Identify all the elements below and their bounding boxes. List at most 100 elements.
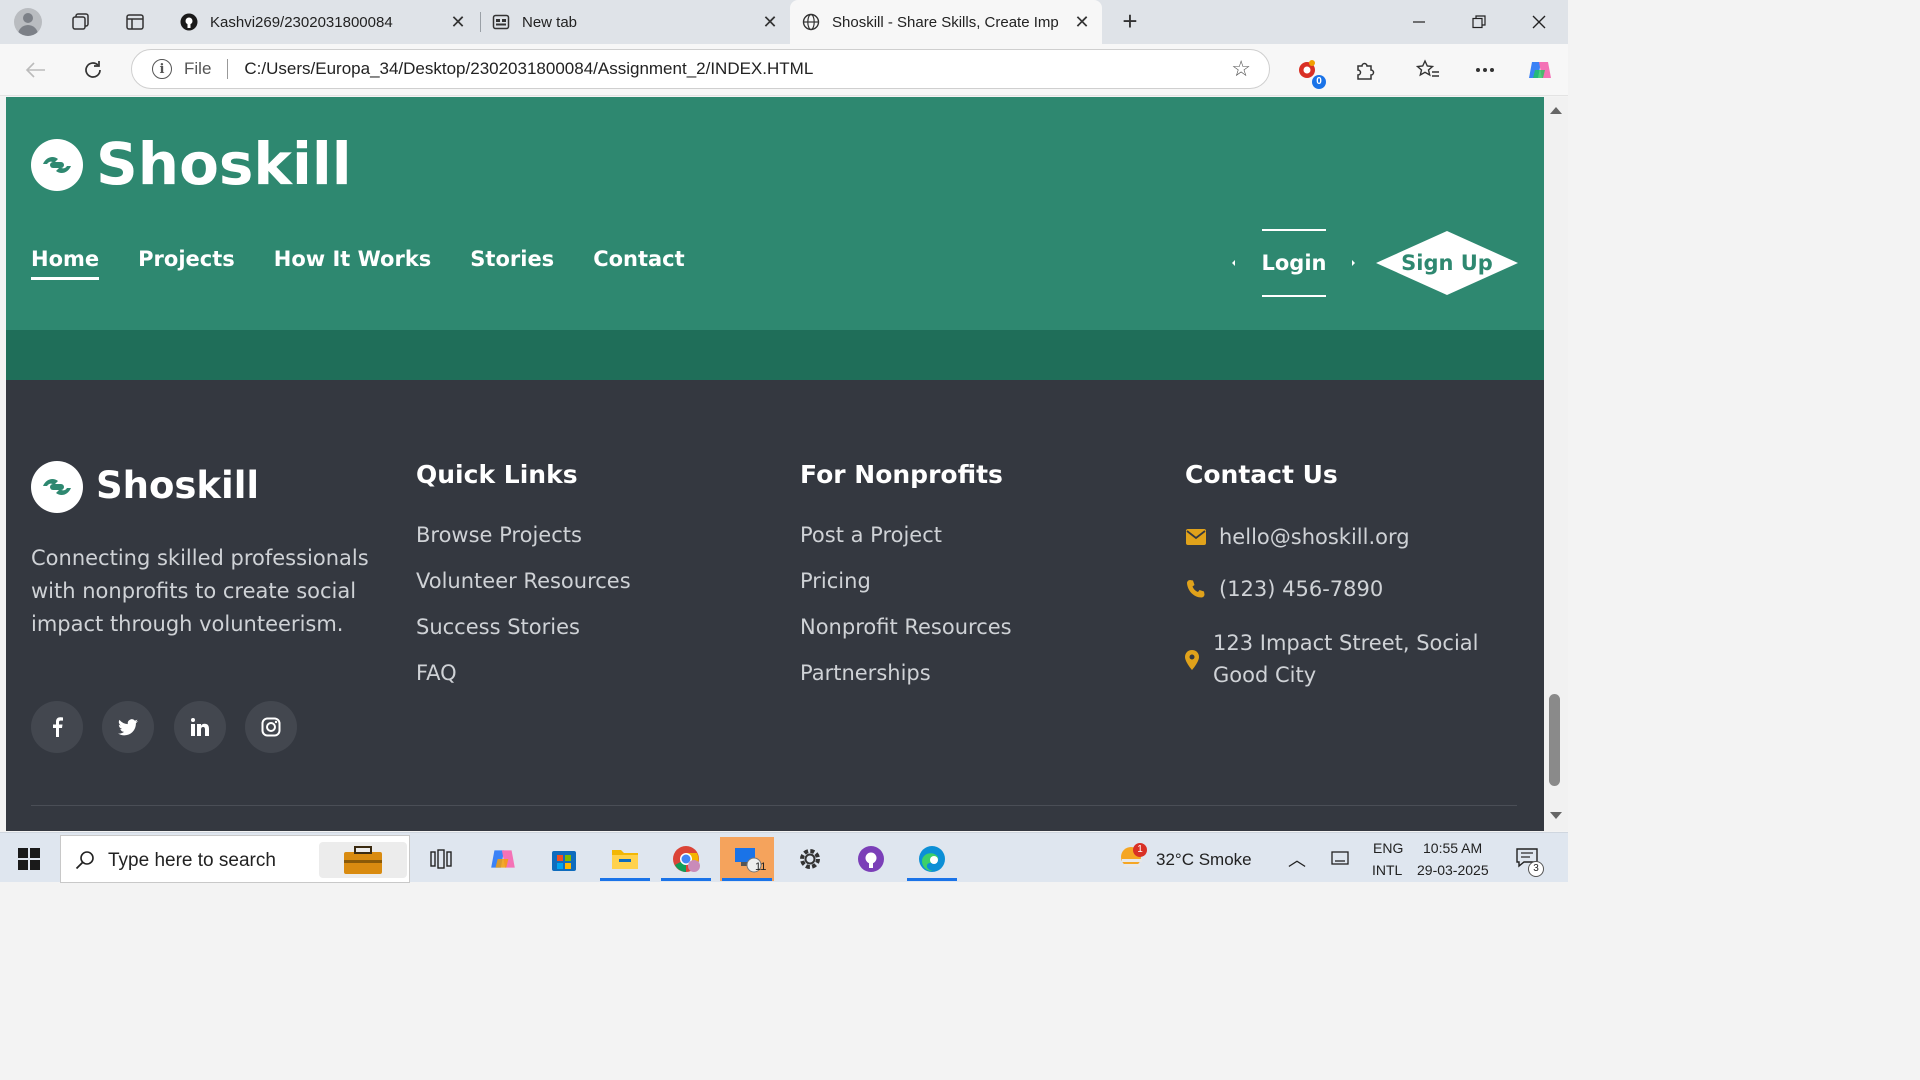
url-text[interactable]: C:/Users/Europa_34/Desktop/2302031800084… [244, 59, 813, 79]
extensions-puzzle-icon[interactable] [1351, 56, 1379, 84]
globe-icon [802, 13, 820, 31]
nav-contact[interactable]: Contact [593, 247, 685, 280]
nav-home[interactable]: Home [31, 247, 100, 280]
search-highlight-briefcase-icon [319, 842, 407, 878]
tab-title: Shoskill - Share Skills, Create Imp [832, 13, 1059, 31]
site-brand[interactable]: Shoskill [96, 131, 352, 197]
instagram-icon[interactable] [245, 701, 297, 753]
extension-badge: 0 [1312, 75, 1326, 89]
login-right-marker [1352, 260, 1355, 266]
tab-title: Kashvi269/2302031800084 [210, 13, 393, 31]
back-icon[interactable] [22, 56, 50, 84]
contact-address: 123 Impact Street, Social Good City [1185, 627, 1485, 691]
windows-taskbar: Type here to search 11 1 32°C Smoke ︿ EN… [0, 832, 1568, 883]
site-footer: Shoskill Connecting skilled professional… [6, 380, 1544, 831]
link-partnerships[interactable]: Partnerships [800, 660, 1012, 686]
minimize-button[interactable] [1405, 8, 1433, 36]
footer-logo-icon[interactable] [31, 461, 83, 513]
remote-desktop-icon[interactable]: 11 [720, 837, 774, 881]
more-menu-icon[interactable] [1471, 56, 1499, 84]
browser-tab-strip: Kashvi269/2302031800084 ✕ New tab ✕ Shos… [0, 0, 1568, 44]
settings-gear-icon[interactable] [783, 837, 837, 881]
file-explorer-icon[interactable] [598, 837, 652, 881]
signup-button[interactable]: Sign Up [1376, 231, 1518, 295]
login-left-marker [1232, 260, 1235, 266]
close-tab-icon[interactable]: ✕ [448, 12, 468, 32]
clock-time[interactable]: 10:55 AM [1423, 840, 1482, 856]
contact-phone[interactable]: (123) 456-7890 [1185, 573, 1383, 605]
tab-new[interactable]: New tab ✕ [480, 0, 790, 44]
link-pricing[interactable]: Pricing [800, 568, 1012, 594]
nonprofits-title: For Nonprofits [800, 460, 1003, 489]
input-indicator-icon[interactable] [1331, 851, 1349, 865]
page-scrollbar[interactable] [1544, 97, 1568, 831]
footer-brand: Shoskill [96, 464, 260, 507]
site-header: Shoskill Home Projects How It Works Stor… [6, 97, 1544, 330]
refresh-icon[interactable] [79, 56, 107, 84]
close-tab-icon[interactable]: ✕ [1072, 12, 1092, 32]
github-icon [180, 13, 198, 31]
profile-avatar[interactable] [14, 8, 42, 36]
nav-projects[interactable]: Projects [138, 247, 235, 280]
address-bar[interactable]: i File C:/Users/Europa_34/Desktop/230203… [131, 49, 1270, 89]
location-pin-icon [1185, 649, 1199, 671]
language-top[interactable]: ENG [1373, 840, 1403, 856]
weather-text[interactable]: 32°C Smoke [1156, 850, 1252, 870]
task-view-icon[interactable] [414, 837, 468, 881]
scroll-down-arrow-icon[interactable] [1550, 812, 1562, 819]
phone-icon [1185, 578, 1207, 600]
new-tab-button[interactable]: + [1116, 8, 1144, 36]
nav-how-it-works[interactable]: How It Works [274, 247, 432, 280]
scroll-up-arrow-icon[interactable] [1550, 107, 1562, 114]
link-faq[interactable]: FAQ [416, 660, 631, 686]
footer-divider [31, 805, 1517, 806]
signup-label: Sign Up [1401, 251, 1493, 275]
windows-start-icon[interactable] [18, 848, 40, 870]
envelope-icon [1185, 526, 1207, 548]
tray-chevron-up-icon[interactable]: ︿ [1288, 846, 1306, 872]
copilot-icon[interactable] [1526, 56, 1554, 84]
copilot-taskbar-icon[interactable] [476, 837, 530, 881]
logo-handshake-icon[interactable] [31, 139, 83, 191]
close-tab-icon[interactable]: ✕ [760, 12, 780, 32]
favorite-star-icon[interactable]: ☆ [1231, 58, 1251, 80]
edge-icon[interactable] [905, 837, 959, 881]
quick-links-title: Quick Links [416, 460, 578, 489]
link-nonprofit-resources[interactable]: Nonprofit Resources [800, 614, 1012, 640]
favorites-icon[interactable] [1414, 56, 1442, 84]
github-desktop-icon[interactable] [844, 837, 898, 881]
scroll-thumb[interactable] [1549, 694, 1560, 786]
footer-nonprofits: For Nonprofits Post a Project Pricing No… [800, 460, 1012, 686]
chrome-icon[interactable] [659, 837, 713, 881]
taskbar-search[interactable]: Type here to search [60, 835, 410, 883]
tab-shoskill[interactable]: Shoskill - Share Skills, Create Imp ✕ [790, 0, 1102, 44]
nav-stories[interactable]: Stories [470, 247, 554, 280]
linkedin-icon[interactable] [174, 701, 226, 753]
link-success-stories[interactable]: Success Stories [416, 614, 631, 640]
footer-contact: Contact Us [1185, 460, 1338, 489]
microsoft-store-icon[interactable] [537, 837, 591, 881]
tab-actions-icon[interactable] [121, 8, 149, 36]
contact-email[interactable]: hello@shoskill.org [1185, 521, 1410, 553]
workspaces-icon[interactable] [67, 8, 95, 36]
clock-date[interactable]: 29-03-2025 [1417, 862, 1489, 878]
close-window-button[interactable] [1525, 8, 1553, 36]
link-volunteer-resources[interactable]: Volunteer Resources [416, 568, 631, 594]
tab-github[interactable]: Kashvi269/2302031800084 ✕ [168, 0, 478, 44]
footer-description: Connecting skilled professionals with no… [31, 546, 369, 636]
login-button[interactable]: Login [1262, 229, 1327, 297]
app-badge: 11 [755, 861, 767, 873]
weather-badge: 1 [1133, 843, 1147, 857]
link-post-project[interactable]: Post a Project [800, 522, 1012, 548]
restore-button[interactable] [1465, 8, 1493, 36]
twitter-icon[interactable] [102, 701, 154, 753]
site-info-icon[interactable]: i [152, 59, 172, 79]
search-icon [75, 851, 94, 870]
language-bottom[interactable]: INTL [1372, 862, 1402, 878]
hero-section-edge [6, 330, 1544, 380]
facebook-icon[interactable] [31, 701, 83, 753]
notification-count: 3 [1528, 861, 1544, 877]
main-nav: Home Projects How It Works Stories Conta… [31, 247, 685, 280]
link-browse-projects[interactable]: Browse Projects [416, 522, 631, 548]
footer-quick-links: Quick Links Browse Projects Volunteer Re… [416, 460, 631, 686]
